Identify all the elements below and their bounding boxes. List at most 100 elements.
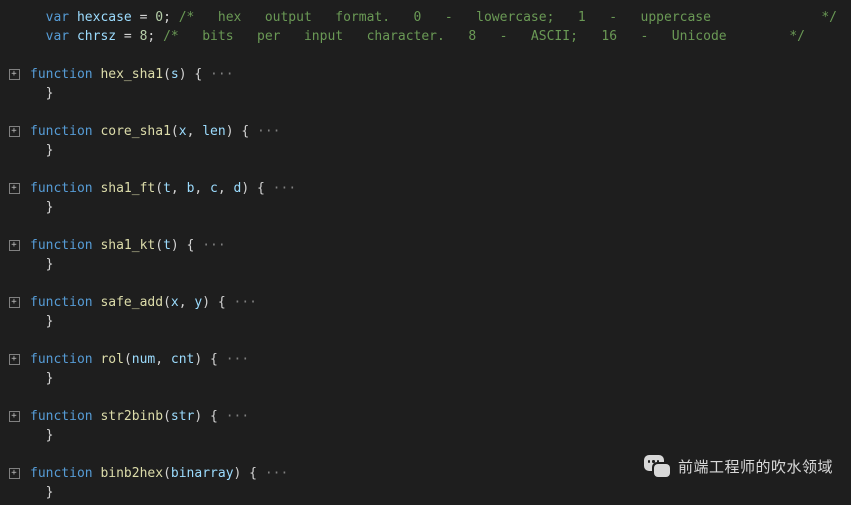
open-brace: { (202, 352, 218, 367)
code-content: } (24, 312, 53, 331)
function-signature-line: +function sha1_ft(t, b, c, d) { ··· (0, 179, 851, 198)
open-brace: { (234, 124, 250, 139)
open-paren: ( (171, 124, 179, 139)
gutter: + (4, 354, 24, 365)
collapsed-ellipsis[interactable]: ··· (218, 409, 249, 424)
open-brace: { (202, 409, 218, 424)
collapsed-ellipsis[interactable]: ··· (257, 466, 288, 481)
collapsed-ellipsis[interactable]: ··· (202, 67, 233, 82)
close-paren: ) (179, 67, 187, 82)
fold-toggle[interactable]: + (9, 354, 20, 365)
function-close-line: } (0, 84, 851, 103)
open-brace: { (249, 181, 265, 196)
comment: /* hex output format. 0 - lowercase; 1 -… (179, 10, 711, 25)
equals: = (132, 10, 155, 25)
code-content: function binb2hex(binarray) { ··· (24, 464, 288, 483)
var-name: chrsz (77, 29, 116, 44)
open-paren: ( (124, 352, 132, 367)
function-name: core_sha1 (100, 124, 170, 139)
code-content: } (24, 369, 53, 388)
comment: /* bits per input character. 8 - ASCII; … (163, 29, 727, 44)
gutter: + (4, 183, 24, 194)
wechat-icon (644, 455, 670, 477)
function-name: sha1_kt (100, 238, 155, 253)
function-close-line: } (0, 483, 851, 502)
function-name: rol (100, 352, 123, 367)
gutter: + (4, 126, 24, 137)
open-brace: { (187, 67, 203, 82)
code-content: function str2binb(str) { ··· (24, 407, 249, 426)
fold-toggle[interactable]: + (9, 69, 20, 80)
open-paren: ( (163, 295, 171, 310)
function-close-line: } (0, 312, 851, 331)
indent (30, 29, 46, 44)
blank-line (0, 331, 851, 350)
indent (30, 314, 46, 329)
code-content: } (24, 483, 53, 502)
param: s (171, 67, 179, 82)
watermark-text: 前端工程师的吹水领域 (678, 456, 833, 477)
fold-toggle[interactable]: + (9, 468, 20, 479)
var-value: 0 (155, 10, 163, 25)
function-close-line: } (0, 426, 851, 445)
close-brace: } (46, 371, 54, 386)
collapsed-ellipsis[interactable]: ··· (194, 238, 225, 253)
function-name: safe_add (100, 295, 163, 310)
keyword-function: function (30, 295, 93, 310)
open-paren: ( (163, 409, 171, 424)
indent (30, 428, 46, 443)
open-brace: { (241, 466, 257, 481)
indent (30, 371, 46, 386)
comment-end: */ (821, 8, 837, 27)
param: t (163, 238, 171, 253)
close-brace: } (46, 428, 54, 443)
open-brace: { (179, 238, 195, 253)
close-brace: } (46, 200, 54, 215)
code-content: } (24, 198, 53, 217)
comma: , (187, 124, 203, 139)
function-close-line: } (0, 369, 851, 388)
indent (30, 485, 46, 500)
open-paren: ( (163, 466, 171, 481)
code-content: function sha1_ft(t, b, c, d) { ··· (24, 179, 296, 198)
gutter: + (4, 297, 24, 308)
code-content: function core_sha1(x, len) { ··· (24, 122, 281, 141)
open-paren: ( (163, 67, 171, 82)
fold-toggle[interactable]: + (9, 411, 20, 422)
collapsed-ellipsis[interactable]: ··· (218, 352, 249, 367)
fold-toggle[interactable]: + (9, 183, 20, 194)
collapsed-ellipsis[interactable]: ··· (249, 124, 280, 139)
indent (30, 10, 46, 25)
param: t (163, 181, 171, 196)
param: x (179, 124, 187, 139)
param: c (210, 181, 218, 196)
function-close-line: } (0, 198, 851, 217)
collapsed-ellipsis[interactable]: ··· (265, 181, 296, 196)
keyword-function: function (30, 352, 93, 367)
open-brace: { (210, 295, 226, 310)
close-brace: } (46, 86, 54, 101)
fold-toggle[interactable]: + (9, 126, 20, 137)
comma: , (171, 181, 187, 196)
function-name: hex_sha1 (100, 67, 163, 82)
code-editor: var hexcase = 0; /* hex output format. 0… (0, 0, 851, 502)
code-content: function rol(num, cnt) { ··· (24, 350, 249, 369)
keyword-var: var (46, 29, 69, 44)
blank-line (0, 160, 851, 179)
fold-toggle[interactable]: + (9, 297, 20, 308)
collapsed-ellipsis[interactable]: ··· (226, 295, 257, 310)
keyword-function: function (30, 181, 93, 196)
param: binarray (171, 466, 234, 481)
fold-toggle[interactable]: + (9, 240, 20, 251)
code-content: } (24, 141, 53, 160)
blank-line (0, 274, 851, 293)
function-signature-line: + function core_sha1(x, len) { ··· (0, 122, 851, 141)
comma: , (194, 181, 210, 196)
function-signature-line: +function hex_sha1(s) { ··· (0, 65, 851, 84)
indent (30, 200, 46, 215)
code-content: var hexcase = 0; /* hex output format. 0… (24, 8, 711, 27)
watermark: 前端工程师的吹水领域 (644, 455, 833, 477)
function-name: binb2hex (100, 466, 163, 481)
equals: = (116, 29, 139, 44)
close-brace: } (46, 485, 54, 500)
